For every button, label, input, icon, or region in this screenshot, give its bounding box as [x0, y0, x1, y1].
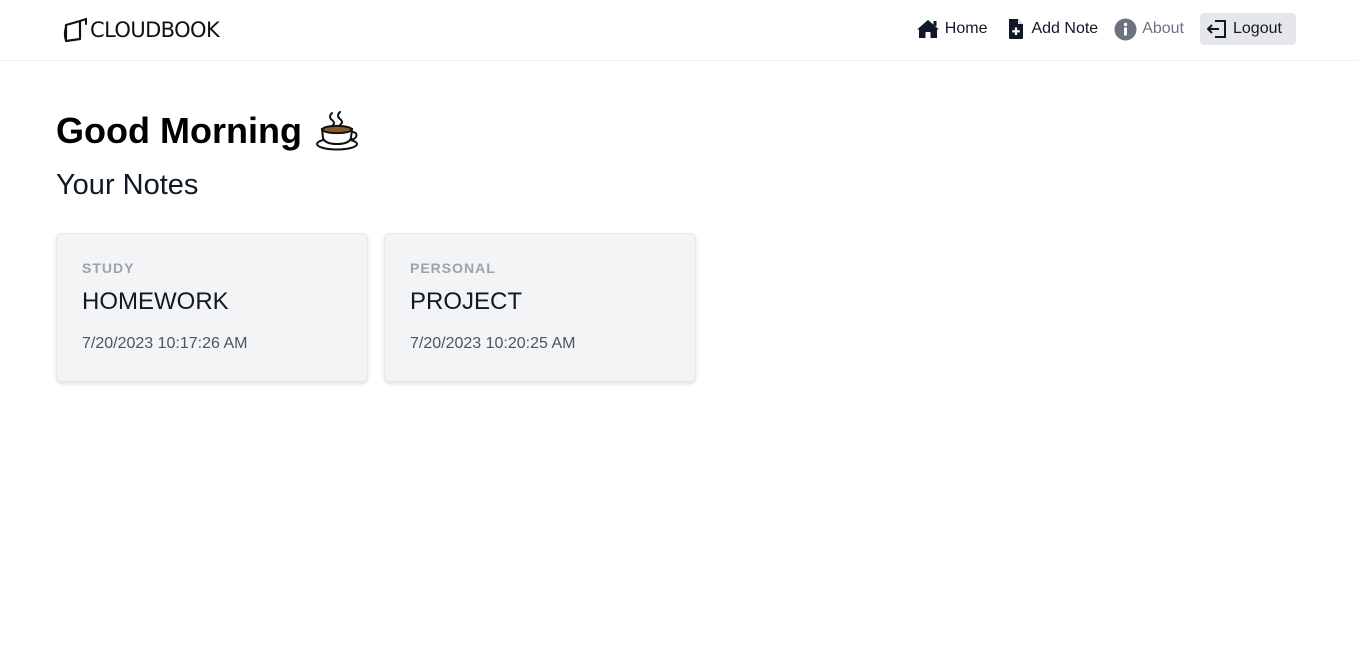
brand-name: CLOUDBOOK — [90, 18, 220, 42]
note-card[interactable]: STUDY HOMEWORK 7/20/2023 10:17:26 AM — [56, 233, 368, 382]
logout-label: Logout — [1233, 20, 1282, 37]
logout-icon — [1207, 20, 1226, 38]
file-plus-icon — [1009, 19, 1024, 39]
cloudbook-logo-icon — [63, 17, 87, 43]
coffee-cup-icon — [315, 111, 358, 151]
greeting-heading: Good Morning — [56, 108, 360, 154]
note-date: 7/20/2023 10:17:26 AM — [82, 335, 248, 352]
nav-home-link[interactable]: Home — [916, 13, 988, 45]
home-icon — [916, 20, 939, 38]
greeting-text: Good Morning — [56, 110, 302, 151]
note-date: 7/20/2023 10:20:25 AM — [410, 335, 576, 352]
nav-add-note-label: Add Note — [1031, 20, 1099, 37]
nav-about-link[interactable]: About — [1114, 13, 1184, 45]
nav-add-note-link[interactable]: Add Note — [1006, 13, 1098, 45]
note-title: HOMEWORK — [82, 288, 229, 315]
nav-home-label: Home — [944, 20, 988, 37]
logout-button[interactable]: Logout — [1200, 13, 1296, 45]
note-title: PROJECT — [410, 288, 523, 315]
note-category: STUDY — [82, 260, 135, 276]
notes-section-title: Your Notes — [56, 169, 199, 201]
nav-about-label: About — [1142, 20, 1184, 37]
brand[interactable]: CLOUDBOOK — [63, 14, 220, 46]
note-card[interactable]: PERSONAL PROJECT 7/20/2023 10:20:25 AM — [384, 233, 696, 382]
nav-links: Home Add Note About Logout — [916, 13, 1296, 45]
note-category: PERSONAL — [410, 260, 496, 276]
notes-list: STUDY HOMEWORK 7/20/2023 10:17:26 AM PER… — [56, 233, 712, 382]
info-circle-icon — [1114, 18, 1137, 40]
navbar: CLOUDBOOK Home Add Note About Logout — [0, 0, 1358, 61]
